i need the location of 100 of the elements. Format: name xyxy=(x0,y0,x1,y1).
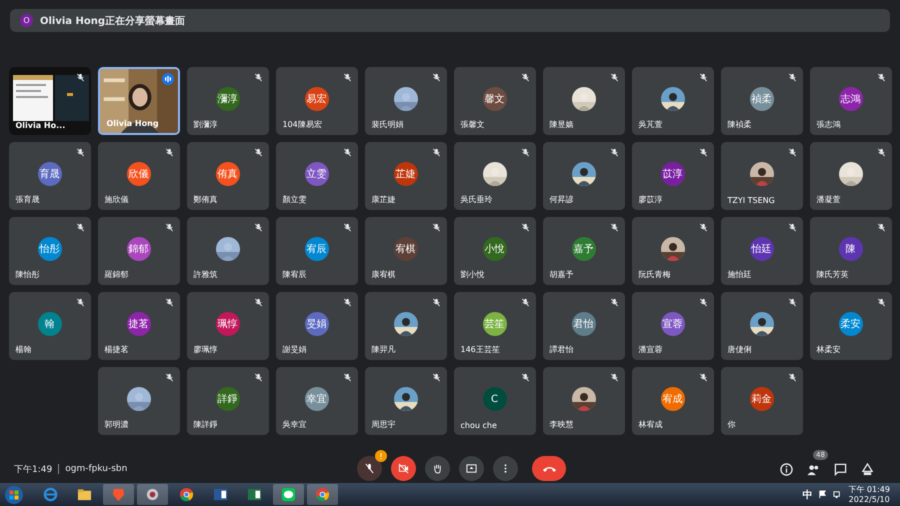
taskbar-app[interactable] xyxy=(273,484,304,505)
participant-tile[interactable]: 怡彤 陳怡彤 xyxy=(8,217,90,285)
participant-tile[interactable]: 郭明濃 xyxy=(98,367,180,435)
participant-tile[interactable]: 育晟 張育晟 xyxy=(8,142,90,210)
avatar-initials: 易宏 xyxy=(304,87,328,111)
avatar-initials: 莉金 xyxy=(750,387,774,411)
meeting-code: ogm-fpku-sbn xyxy=(65,464,128,474)
participant-tile[interactable]: 裴氏明娟 xyxy=(364,67,446,135)
avatar-initials: 志鴻 xyxy=(838,87,862,111)
present-button[interactable] xyxy=(459,456,484,481)
participant-name: 楊翰 xyxy=(16,344,32,355)
participant-tile[interactable]: 怡廷 施怡廷 xyxy=(720,217,802,285)
participant-tile[interactable]: 吳芃萱 xyxy=(632,67,714,135)
participant-tile[interactable]: 捷茗 楊捷茗 xyxy=(98,292,180,360)
participant-tile[interactable]: Olivia Ho... xyxy=(8,67,90,135)
avatar-initials: 立雯 xyxy=(304,162,328,186)
participant-tile[interactable]: 瀰淳 劉瀰淳 xyxy=(186,67,268,135)
participant-tile[interactable]: 馨文 張馨文 xyxy=(454,67,536,135)
participant-name: 104陳易宏 xyxy=(282,119,322,130)
participant-name: 陳宥辰 xyxy=(282,269,306,280)
participant-tile[interactable]: 錦郁 羅錦郁 xyxy=(98,217,180,285)
participant-tile[interactable]: 芸笙 146王芸笙 xyxy=(454,292,536,360)
flag-icon[interactable] xyxy=(818,490,828,499)
browser-icon xyxy=(315,487,330,502)
microphone-button[interactable] xyxy=(357,456,382,481)
avatar-initials: 陳 xyxy=(838,237,862,261)
participant-tile[interactable]: 陳 陳氏芳英 xyxy=(810,217,892,285)
participant-name: Olivia Hong xyxy=(106,119,159,128)
participant-name: 胡嘉予 xyxy=(550,269,574,280)
participant-tile[interactable]: 旻娟 謝旻娟 xyxy=(276,292,358,360)
participant-tile[interactable]: 幸宜 吳幸宜 xyxy=(276,367,358,435)
participant-tile[interactable]: 周思宇 xyxy=(364,367,446,435)
participant-tile[interactable]: 許雅筑 xyxy=(186,217,268,285)
people-icon[interactable] xyxy=(807,462,820,476)
avatar-initials: 芷婕 xyxy=(394,162,418,186)
avatar-initials: 宥辰 xyxy=(304,237,328,261)
avatar-initials: 欣儀 xyxy=(126,162,150,186)
avatar-initials: 小悅 xyxy=(482,237,506,261)
participant-tile[interactable]: 芷婕 康芷婕 xyxy=(364,142,446,210)
participant-tile[interactable]: 宣蓉 潘宣蓉 xyxy=(632,292,714,360)
participant-tile[interactable]: 潘凝萱 xyxy=(810,142,892,210)
participant-tile[interactable]: 宥辰 陳宥辰 xyxy=(276,217,358,285)
participant-tile[interactable]: 唐倢俐 xyxy=(720,292,802,360)
participant-tile[interactable]: 翰 楊翰 xyxy=(8,292,90,360)
avatar-initials: 怡廷 xyxy=(750,237,774,261)
participant-tile[interactable]: 易宏 104陳易宏 xyxy=(276,67,358,135)
alert-badge: ! xyxy=(375,450,387,462)
participant-tile[interactable]: 何昇諺 xyxy=(542,142,624,210)
participant-tile[interactable]: Olivia Hong xyxy=(98,67,180,135)
participant-name: 謝旻娟 xyxy=(282,344,306,355)
participant-name: 吳芃萱 xyxy=(638,119,662,130)
shield-icon xyxy=(111,487,126,502)
participant-tile[interactable]: 吳氏垂玲 xyxy=(454,142,536,210)
participant-tile[interactable]: 陳羿凡 xyxy=(364,292,446,360)
participant-tile[interactable]: 苡淳 廖苡淳 xyxy=(632,142,714,210)
avatar-initials: 珮惇 xyxy=(216,312,240,336)
network-icon[interactable] xyxy=(833,490,842,499)
camera-button[interactable] xyxy=(391,456,416,481)
avatar-initials: 瀰淳 xyxy=(216,87,240,111)
participant-tile[interactable]: 李映慧 xyxy=(542,367,624,435)
info-icon[interactable] xyxy=(780,462,793,476)
participant-name: 林柔安 xyxy=(816,344,840,355)
participant-tile[interactable]: C chou che xyxy=(454,367,536,435)
participant-tile[interactable]: 欣儀 施欣儀 xyxy=(98,142,180,210)
participant-tile[interactable]: 侑真 鄭侑真 xyxy=(186,142,268,210)
participant-tile[interactable]: 禎柔 陳禎柔 xyxy=(720,67,802,135)
participant-name: 陳禎柔 xyxy=(728,119,752,130)
participant-tile[interactable]: 嘉予 胡嘉予 xyxy=(542,217,624,285)
chat-icon[interactable] xyxy=(834,462,847,476)
globe-icon xyxy=(43,487,58,502)
participant-tile[interactable]: 柔安 林柔安 xyxy=(810,292,892,360)
participant-tile[interactable]: 詳錚 陳詳錚 xyxy=(186,367,268,435)
participant-name: 施怡廷 xyxy=(728,269,752,280)
start-button[interactable] xyxy=(4,484,24,504)
participant-tile[interactable]: 阮氏青梅 xyxy=(632,217,714,285)
leave-call-button[interactable] xyxy=(532,456,566,481)
activities-icon[interactable] xyxy=(861,462,874,476)
participant-name: 郭明濃 xyxy=(104,419,128,430)
participant-tile[interactable]: 立雯 顏立雯 xyxy=(276,142,358,210)
participant-tile[interactable]: 珮惇 廖珮惇 xyxy=(186,292,268,360)
participant-tile[interactable]: 莉金 你 xyxy=(720,367,802,435)
avatar-initials: 馨文 xyxy=(482,87,506,111)
participant-name: 裴氏明娟 xyxy=(372,119,404,130)
avatar-initials: C xyxy=(482,387,506,411)
raise-hand-button[interactable] xyxy=(425,456,450,481)
participant-name: 何昇諺 xyxy=(550,194,574,205)
participant-tile[interactable]: 宥棋 康宥棋 xyxy=(364,217,446,285)
input-method[interactable]: 中 xyxy=(802,488,812,502)
chat-bubble-icon xyxy=(281,487,296,502)
participant-tile[interactable]: 陳昱嫱 xyxy=(542,67,624,135)
participant-name: 吳氏垂玲 xyxy=(460,194,492,205)
avatar-initials: 錦郁 xyxy=(126,237,150,261)
participant-tile[interactable]: 君怡 譚君怡 xyxy=(542,292,624,360)
participant-name: 楊捷茗 xyxy=(104,344,128,355)
participant-tile[interactable]: TZYI TSENG xyxy=(720,142,802,210)
participant-tile[interactable]: 志鴻 張志鴻 xyxy=(810,67,892,135)
participant-tile[interactable]: 小悅 劉小悅 xyxy=(454,217,536,285)
avatar-initials: 詳錚 xyxy=(216,387,240,411)
participant-tile[interactable]: 宥成 林宥成 xyxy=(632,367,714,435)
participant-name: 李映慧 xyxy=(550,419,574,430)
